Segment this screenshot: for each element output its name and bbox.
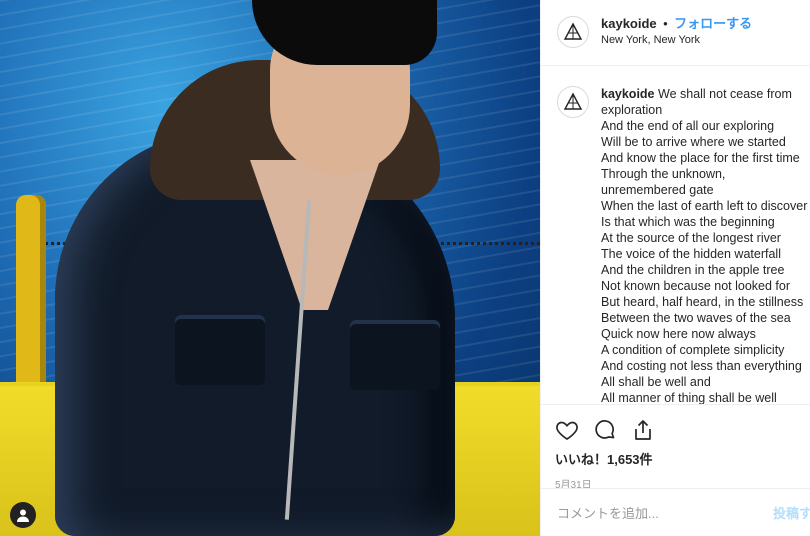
header-username[interactable]: kaykoide xyxy=(601,16,657,31)
post-actions: いいね！1,653件 5月31日 xyxy=(541,404,810,491)
caption-line: But heard, half heard, in the stillness xyxy=(601,295,804,309)
caption-area[interactable]: kaykoide We shall not cease from explora… xyxy=(541,66,810,404)
header-separator: • xyxy=(663,16,668,31)
caption-line: When the last of earth left to discover xyxy=(601,199,808,213)
caption-line: And the children in the apple tree xyxy=(601,263,785,277)
caption-line: Between the two waves of the sea xyxy=(601,311,791,325)
caption-line: Will be to arrive where we started xyxy=(601,135,786,149)
caption-line: The voice of the hidden waterfall xyxy=(601,247,781,261)
caption-line: A condition of complete simplicity xyxy=(601,343,785,357)
caption-line: Through the unknown, xyxy=(601,167,726,181)
post-comment-button[interactable]: 投稿する xyxy=(773,503,810,522)
follow-button[interactable]: フォローする xyxy=(674,16,752,31)
comment-input[interactable]: コメントを追加... xyxy=(557,503,659,522)
caption-line: We shall not cease from xyxy=(658,87,792,101)
caption-line: All manner of thing shall be well xyxy=(601,391,777,404)
photo-right-pocket xyxy=(350,320,440,390)
caption-line: And the end of all our exploring xyxy=(601,119,775,133)
post-photo[interactable] xyxy=(0,0,540,536)
caption-line: Not known because not looked for xyxy=(601,279,791,293)
caption-line: At the source of the longest river xyxy=(601,231,781,245)
caption-line: Is that which was the beginning xyxy=(601,215,775,229)
comment-icon[interactable] xyxy=(593,418,617,442)
triangle-logo-icon[interactable] xyxy=(557,86,589,118)
caption-line: exploration xyxy=(601,103,663,117)
likes-count[interactable]: いいね！1,653件 xyxy=(555,449,810,468)
comment-box: コメントを追加... 投稿する xyxy=(541,488,810,536)
caption-line: Quick now here now always xyxy=(601,327,756,341)
location-link[interactable]: New York, New York xyxy=(601,32,752,48)
caption-line: And costing not less than everything xyxy=(601,359,802,373)
caption-line: And know the place for the first time xyxy=(601,151,800,165)
caption-line: unremembered gate xyxy=(601,183,714,197)
post-side-panel: kaykoide • フォローする New York, New York kay… xyxy=(540,0,810,536)
caption-line: All shall be well and xyxy=(601,375,711,389)
post-header: kaykoide • フォローする New York, New York xyxy=(541,0,810,66)
caption-username[interactable]: kaykoide xyxy=(601,87,655,101)
share-icon[interactable] xyxy=(631,418,655,442)
triangle-logo-icon[interactable] xyxy=(557,16,589,48)
caption-text: kaykoide We shall not cease from explora… xyxy=(601,86,810,404)
photo-left-pocket xyxy=(175,315,265,385)
user-tag-icon[interactable] xyxy=(10,502,36,528)
heart-icon[interactable] xyxy=(555,418,579,442)
